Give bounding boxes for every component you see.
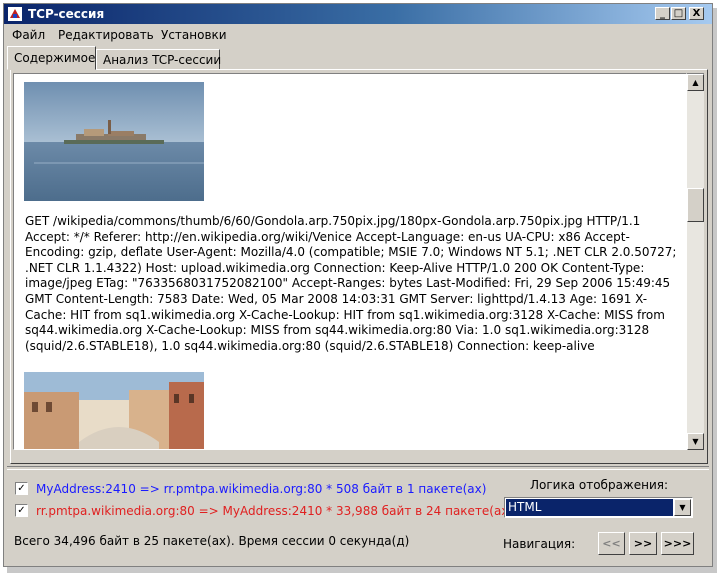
rialto-bridge-photo: [24, 372, 204, 449]
tab-content[interactable]: Содержимое: [7, 46, 96, 70]
content-scrollbar[interactable]: ▲ ▼: [687, 73, 704, 450]
scroll-down-icon[interactable]: ▼: [687, 433, 704, 450]
scroll-thumb[interactable]: [687, 188, 704, 222]
tab-strip: Содержимое Анализ TCP-сессии: [4, 46, 712, 70]
content-view[interactable]: GET /wikipedia/commons/thumb/6/60/Gondol…: [13, 73, 687, 450]
tab-tcp-analysis[interactable]: Анализ TCP-сессии: [96, 49, 222, 70]
nav-last-button[interactable]: >>>: [661, 532, 694, 555]
window-title: TCP-сессия: [28, 7, 105, 21]
flow-out-checkbox[interactable]: ✓: [15, 482, 28, 495]
app-icon: [8, 7, 22, 21]
menu-settings[interactable]: Установки: [161, 28, 227, 42]
minimize-button[interactable]: _: [655, 7, 670, 20]
venice-island-photo: [24, 82, 204, 201]
session-summary: Всего 34,496 байт в 25 пакете(ах). Время…: [14, 534, 410, 548]
rialto-bridge-image: [24, 372, 204, 449]
menu-edit[interactable]: Редактировать: [58, 28, 154, 42]
menu-file[interactable]: Файл: [12, 28, 45, 42]
tab-tcp-analysis-label: Анализ TCP-сессии: [103, 53, 222, 67]
tab-content-label: Содержимое: [14, 51, 96, 65]
nav-next-button[interactable]: >>: [629, 532, 657, 555]
navigation-label: Навигация:: [503, 537, 576, 551]
menu-bar: Файл Редактировать Установки: [4, 25, 712, 44]
display-logic-label: Логика отображения:: [530, 478, 669, 492]
flow-out-label: MyAddress:2410 => rr.pmtpa.wikimedia.org…: [36, 482, 487, 496]
display-logic-value: HTML: [506, 499, 673, 516]
flow-in-checkbox[interactable]: ✓: [15, 504, 28, 517]
tcp-session-window: TCP-сессия _ □ X Файл Редактировать Уста…: [3, 3, 713, 567]
display-logic-select[interactable]: HTML ▼: [504, 497, 693, 518]
flow-in-label: rr.pmtpa.wikimedia.org:80 => MyAddress:2…: [36, 504, 514, 518]
http-payload-text: GET /wikipedia/commons/thumb/6/60/Gondol…: [25, 214, 677, 353]
nav-first-button[interactable]: <<: [598, 532, 625, 555]
chevron-down-icon[interactable]: ▼: [674, 499, 691, 516]
venice-island-image: [24, 82, 204, 201]
scroll-up-icon[interactable]: ▲: [687, 74, 704, 91]
title-bar[interactable]: TCP-сессия _ □ X: [4, 4, 712, 24]
maximize-button[interactable]: □: [671, 7, 686, 20]
divider: [7, 466, 709, 470]
close-button[interactable]: X: [689, 7, 704, 20]
